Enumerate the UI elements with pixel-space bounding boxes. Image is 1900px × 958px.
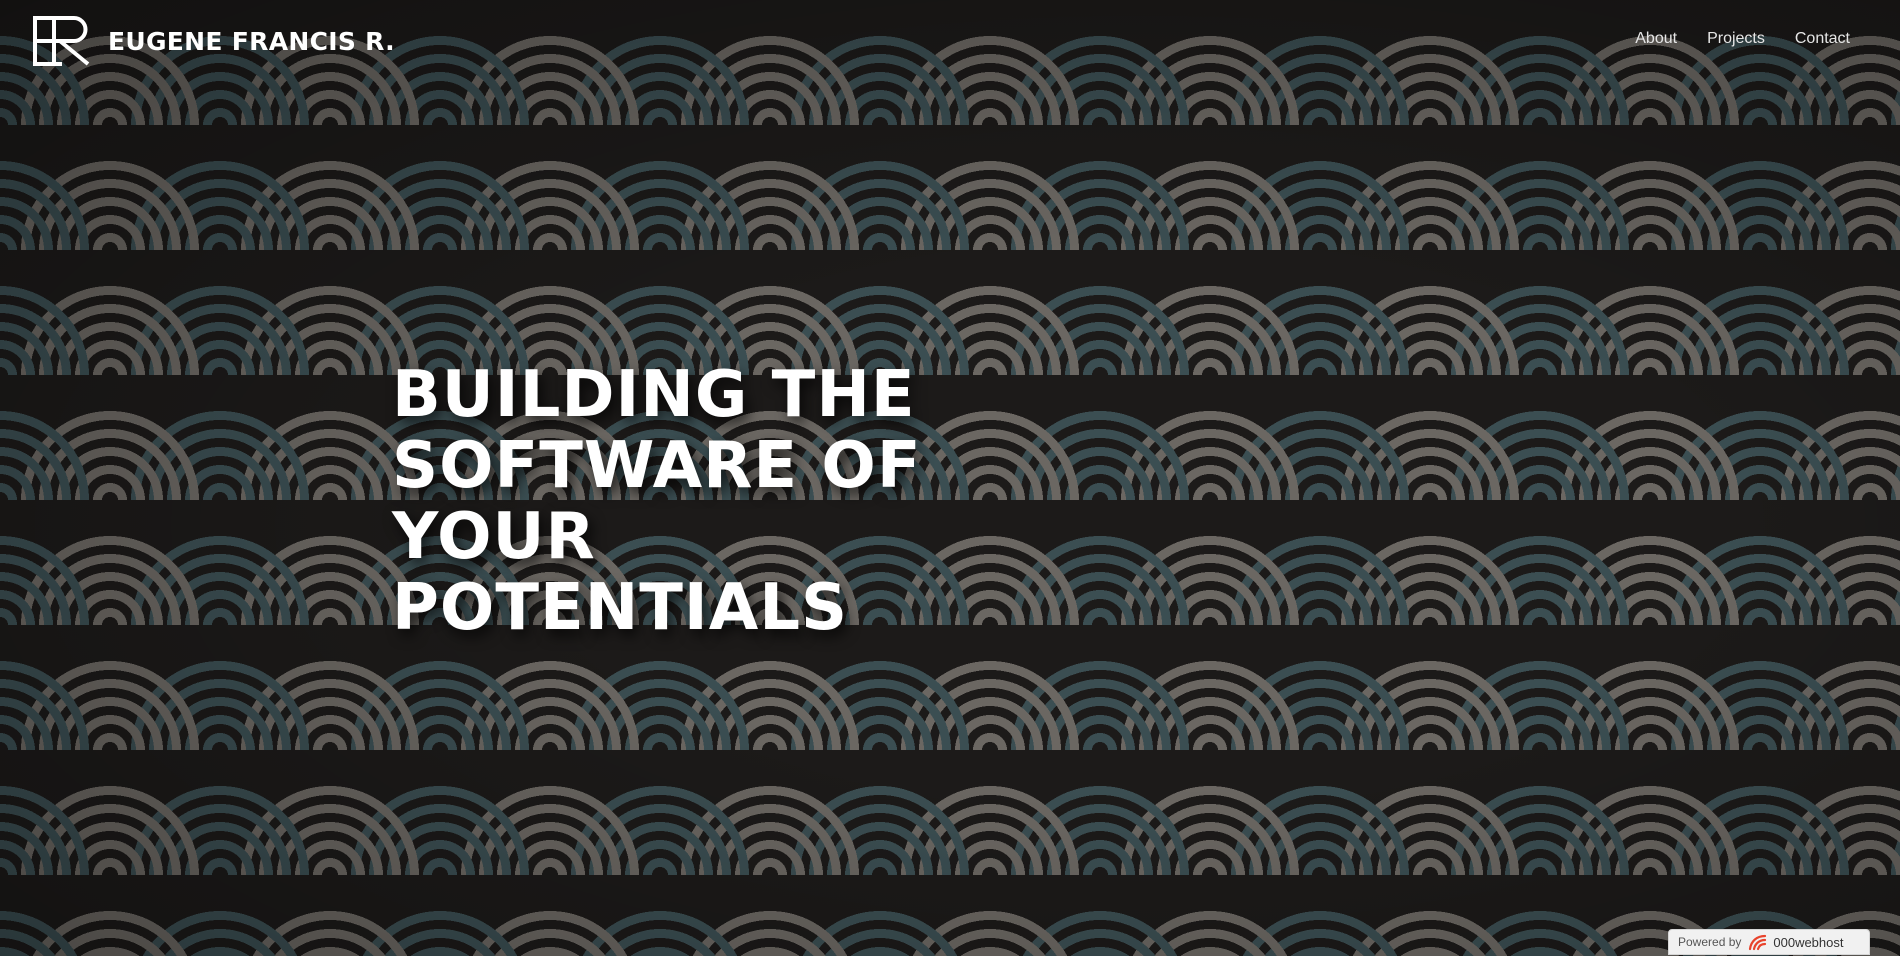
host-name: 000webhost [1773,934,1844,950]
powered-by-badge[interactable]: Powered by 000webhost [1668,929,1870,955]
nav-projects-link[interactable]: Projects [1707,30,1765,48]
er-logo-icon [33,16,90,66]
headline-line: BUILDING THE [392,358,916,432]
navbar: EUGENE FRANCIS R. About Projects Contact [0,0,1900,84]
hero-section: EUGENE FRANCIS R. About Projects Contact… [0,0,1900,956]
main-nav: About Projects Contact [1635,30,1850,48]
headline-line: YOUR [392,500,596,574]
nav-about-link[interactable]: About [1635,30,1677,48]
brand-home-link[interactable]: EUGENE FRANCIS R. [32,16,395,66]
hero-headline: BUILDING THE SOFTWARE OF YOUR POTENTIALS [392,360,1092,644]
brand-name: EUGENE FRANCIS R. [108,26,395,56]
nav-contact-link[interactable]: Contact [1795,30,1850,48]
headline-line: SOFTWARE OF [392,429,922,503]
000webhost-logo-icon [1749,934,1767,951]
headline-line: POTENTIALS [392,571,849,645]
powered-by-label: Powered by [1678,935,1742,949]
